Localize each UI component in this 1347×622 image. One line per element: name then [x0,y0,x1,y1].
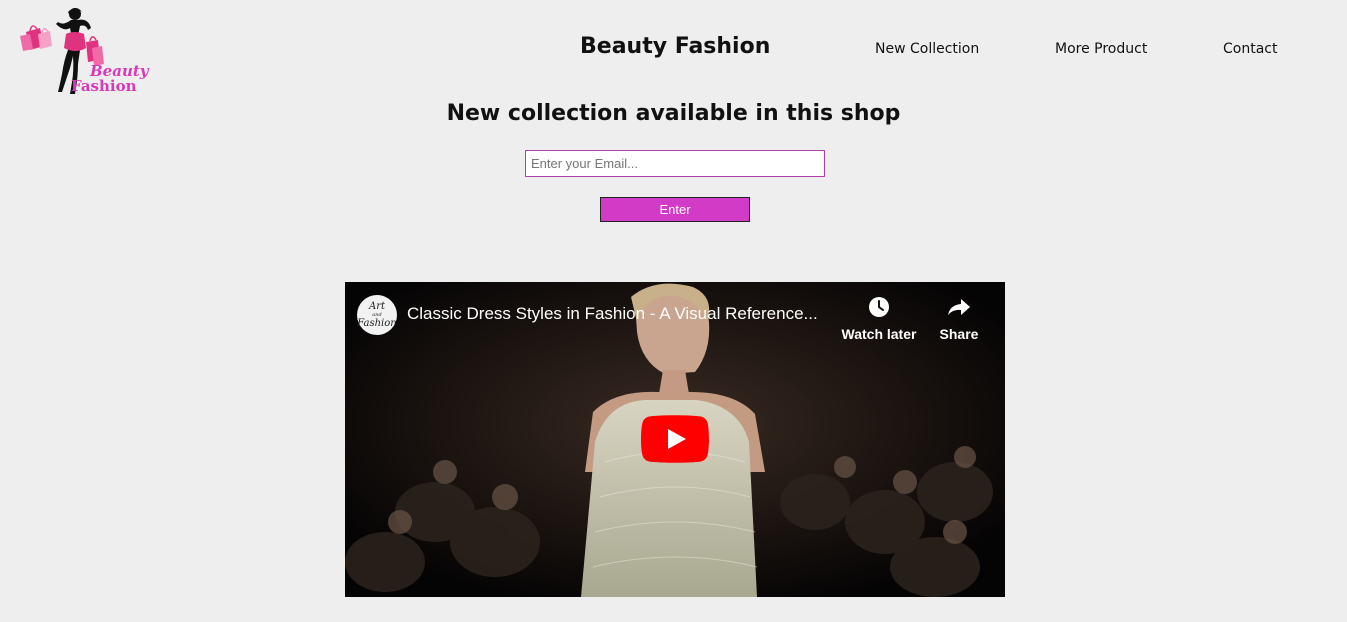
video-player[interactable]: Art and Fashion Classic Dress Styles in … [345,282,1005,597]
collection-headline: New collection available in this shop [446,101,901,126]
watch-later-label: Watch later [841,326,917,342]
watch-later-button[interactable]: Watch later [837,294,921,342]
site-brand-title: Beauty Fashion [580,34,771,59]
avatar-text-and: and [372,311,382,318]
logo-text-fashion: Fashion [71,77,137,95]
enter-button[interactable]: Enter [600,197,750,222]
site-logo[interactable]: Beauty Fashion [18,4,149,98]
nav-link-more-product[interactable]: More Product [1055,41,1147,57]
avatar-text-fashion: Fashion [357,317,397,329]
clock-icon [869,297,889,317]
nav-link-new-collection[interactable]: New Collection [875,41,979,57]
share-label: Share [939,326,979,342]
email-input[interactable] [525,150,825,177]
youtube-play-icon[interactable] [641,415,709,463]
avatar-text-art: Art [368,300,386,312]
video-title[interactable]: Classic Dress Styles in Fashion - A Visu… [407,304,837,324]
share-arrow-icon [948,299,970,315]
channel-avatar[interactable]: Art and Fashion [357,295,397,335]
nav-link-contact[interactable]: Contact [1223,41,1277,57]
page: Beauty Fashion Beauty Fashion New Collec… [0,0,1347,622]
share-button[interactable]: Share [930,294,988,342]
